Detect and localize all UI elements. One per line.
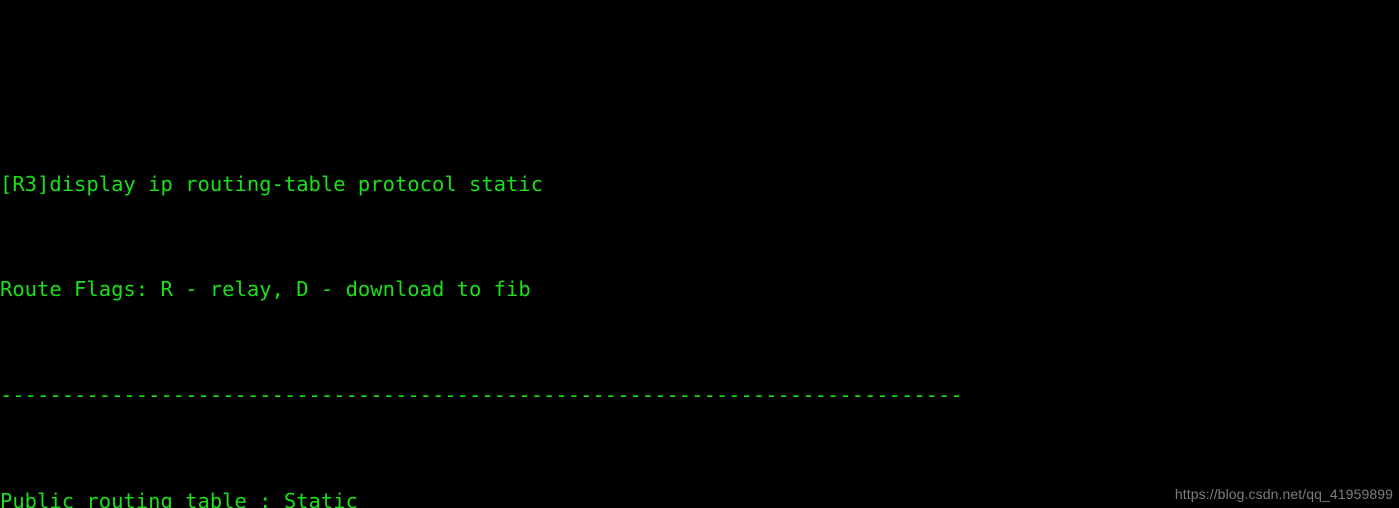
watermark: https://blog.csdn.net/qq_41959899 xyxy=(1174,486,1393,502)
terminal-window[interactable]: [R3]display ip routing-table protocol st… xyxy=(0,0,1399,508)
terminal-screen: [R3]display ip routing-table protocol st… xyxy=(0,0,1399,508)
terminal-separator-line: ----------------------------------------… xyxy=(0,383,963,408)
terminal-route-flags-line: Route Flags: R - relay, D - download to … xyxy=(0,277,531,302)
terminal-command-line: [R3]display ip routing-table protocol st… xyxy=(0,171,544,196)
terminal-line-partial-scrollback xyxy=(0,65,1399,91)
